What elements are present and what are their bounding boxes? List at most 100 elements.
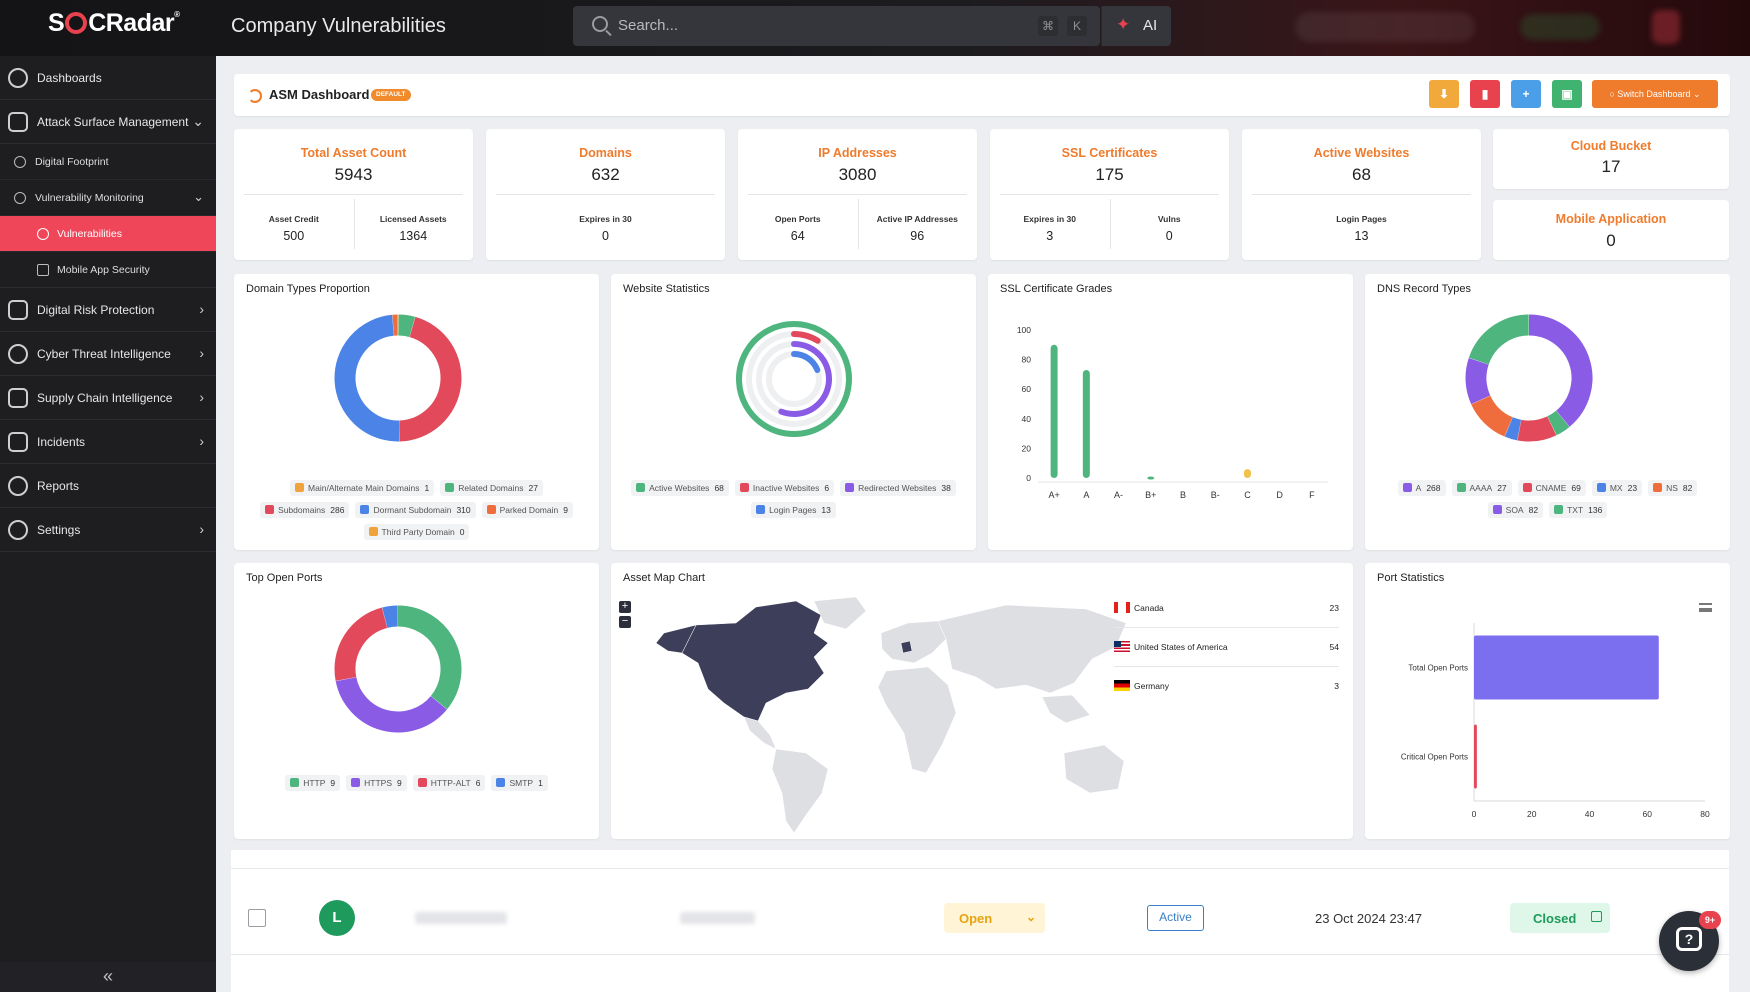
y-tick-label: 40 xyxy=(1022,414,1032,424)
blurred-user-menu[interactable] xyxy=(1295,12,1475,42)
mobile-application-card[interactable]: Mobile Application 0 xyxy=(1493,200,1729,260)
bar-critical-open-ports[interactable] xyxy=(1474,724,1477,789)
bug-icon xyxy=(37,228,49,240)
legend-item[interactable]: Main/Alternate Main Domains 1 xyxy=(290,480,435,496)
world-map[interactable] xyxy=(646,593,1166,833)
legend-item[interactable]: TXT 136 xyxy=(1549,502,1608,518)
legend-item[interactable]: HTTPS 9 xyxy=(346,775,407,791)
map-table-row[interactable]: Germany 3 xyxy=(1114,667,1339,706)
sidebar-item-incidents[interactable]: Incidents › xyxy=(0,420,216,464)
legend-item[interactable]: NS 82 xyxy=(1648,480,1698,496)
legend-item[interactable]: Third Party Domain 0 xyxy=(363,524,470,540)
legend-swatch xyxy=(1456,483,1466,492)
bar-b-minusplus[interactable] xyxy=(1147,476,1155,480)
legend-item[interactable]: Related Domains 27 xyxy=(440,480,543,496)
sidebar-item-mobile-app-security[interactable]: Mobile App Security xyxy=(0,252,216,288)
legend-item[interactable]: Active Websites 68 xyxy=(631,480,729,496)
sidebar-item-attack-surface-management[interactable]: Attack Surface Management ⌄ xyxy=(0,100,216,144)
legend-item[interactable]: SOA 82 xyxy=(1487,502,1544,518)
sidebar-item-reports[interactable]: Reports xyxy=(0,464,216,508)
legend-item[interactable]: MX 23 xyxy=(1591,480,1643,496)
donut-slice-https[interactable] xyxy=(335,676,447,733)
donut-slice-smtp[interactable] xyxy=(382,605,399,628)
ai-button[interactable]: ✦ AI xyxy=(1101,6,1171,46)
sidebar-item-digital-footprint[interactable]: Digital Footprint xyxy=(0,144,216,180)
switch-dashboard-button[interactable]: ○ Switch Dashboard ⌄ xyxy=(1592,80,1718,108)
legend-item[interactable]: Redirected Websites 38 xyxy=(840,480,956,496)
sidebar-item-settings[interactable]: Settings › xyxy=(0,508,216,552)
domains-card[interactable]: Domains 632 Expires in 30 0 xyxy=(486,129,725,260)
donut-slice-subdomains[interactable] xyxy=(398,316,462,442)
pin-button[interactable]: ⬇ xyxy=(1429,80,1459,108)
divider xyxy=(244,194,463,195)
total-asset-card[interactable]: Total Asset Count 5943 Asset Credit 500 … xyxy=(234,129,473,260)
map-table-row[interactable]: United States of America 54 xyxy=(1114,628,1339,667)
date-cell: 23 Oct 2024 23:47 xyxy=(1315,911,1422,926)
blurred-notification[interactable] xyxy=(1652,10,1680,44)
status-dropdown[interactable]: Open ⌄ xyxy=(944,903,1045,933)
bar-a-minusplus[interactable] xyxy=(1050,344,1058,478)
sidebar-item-vulnerability-monitoring[interactable]: Vulnerability Monitoring ⌄ xyxy=(0,180,216,216)
donut-slice-soa[interactable] xyxy=(1465,357,1491,405)
legend-item[interactable]: Parked Domain 9 xyxy=(481,502,573,518)
active-websites-card[interactable]: Active Websites 68 Login Pages 13 xyxy=(1242,129,1481,260)
legend-item[interactable]: HTTP 9 xyxy=(285,775,341,791)
legend-count: 23 xyxy=(1627,483,1638,493)
donut-slice-aaaa[interactable] xyxy=(1546,410,1570,436)
bar-c[interactable] xyxy=(1243,469,1251,478)
legend-item[interactable]: Login Pages 13 xyxy=(751,502,836,518)
help-chat-button[interactable]: ? 9+ xyxy=(1659,911,1721,971)
map-table-row[interactable]: Canada 23 xyxy=(1114,589,1339,628)
sidebar-item-digital-risk-protection[interactable]: Digital Risk Protection › xyxy=(0,288,216,332)
search-bar[interactable]: Search... ⌘ K xyxy=(573,6,1100,46)
donut-slice-http[interactable] xyxy=(397,605,462,710)
divider xyxy=(231,868,1729,869)
radial-bar-login-pages[interactable] xyxy=(791,351,821,373)
zoom-in-button[interactable]: + xyxy=(619,601,631,613)
donut-slice-txt[interactable] xyxy=(1468,314,1530,365)
legend-item[interactable]: SMTP 1 xyxy=(491,775,548,791)
donut-slice-dormant-subdomain[interactable] xyxy=(334,314,400,442)
stat-title: Active Websites xyxy=(1313,146,1410,160)
zoom-out-button[interactable]: − xyxy=(619,616,631,628)
donut-slice-related-domains[interactable] xyxy=(398,314,416,338)
socradar-logo[interactable]: S CRadar® xyxy=(48,9,180,38)
donut-slice-http-alt[interactable] xyxy=(334,607,388,681)
blurred-cve-id[interactable] xyxy=(415,912,507,924)
row-checkbox[interactable] xyxy=(248,909,266,927)
search-input[interactable]: Search... xyxy=(618,17,678,34)
delete-button[interactable]: ▮ xyxy=(1470,80,1500,108)
cloud-bucket-card[interactable]: Cloud Bucket 17 xyxy=(1493,129,1729,189)
legend-item[interactable]: CNAME 69 xyxy=(1517,480,1586,496)
add-widget-button[interactable]: + xyxy=(1511,80,1541,108)
legend-item[interactable]: AAAA 27 xyxy=(1451,480,1512,496)
sidebar-item-vulnerabilities[interactable]: Vulnerabilities xyxy=(0,216,216,252)
sidebar-item-supply-chain-intelligence[interactable]: Supply Chain Intelligence › xyxy=(0,376,216,420)
default-badge: DEFAULT xyxy=(371,89,411,101)
chevron-down-icon: ⌄ xyxy=(193,189,204,204)
radial-bar-inactive-websites[interactable] xyxy=(791,331,821,344)
legend-item[interactable]: HTTP-ALT 6 xyxy=(412,775,486,791)
sidebar-item-dashboards[interactable]: Dashboards xyxy=(0,56,216,100)
sidebar-item-cyber-threat-intelligence[interactable]: Cyber Threat Intelligence › xyxy=(0,332,216,376)
radial-bar-active-websites[interactable] xyxy=(736,321,852,437)
stat-sub-value: 500 xyxy=(283,229,305,243)
bar-a[interactable] xyxy=(1082,369,1090,478)
donut-slice-ns[interactable] xyxy=(1471,394,1514,437)
collapse-sidebar-button[interactable]: « xyxy=(0,962,216,992)
ip-addresses-card[interactable]: IP Addresses 3080 Open Ports 64 Active I… xyxy=(738,129,977,260)
donut-slice-cname[interactable] xyxy=(1517,416,1557,442)
ssl-certificates-card[interactable]: SSL Certificates 175 Expires in 30 3 Vul… xyxy=(990,129,1229,260)
donut-slice-a[interactable] xyxy=(1528,314,1593,427)
legend-item[interactable]: Subdomains 286 xyxy=(260,502,350,518)
legend-item[interactable]: Inactive Websites 6 xyxy=(734,480,835,496)
result-badge[interactable]: Closed xyxy=(1510,903,1610,933)
donut-slice-mx[interactable] xyxy=(1504,417,1522,441)
domain-types-donut xyxy=(334,314,462,442)
blurred-ip-address[interactable] xyxy=(680,912,755,924)
alert-icon xyxy=(8,432,28,452)
legend-item[interactable]: A 268 xyxy=(1397,480,1446,496)
legend-item[interactable]: Dormant Subdomain 310 xyxy=(355,502,476,518)
save-button[interactable]: ▣ xyxy=(1552,80,1582,108)
bar-total-open-ports[interactable] xyxy=(1474,635,1659,700)
